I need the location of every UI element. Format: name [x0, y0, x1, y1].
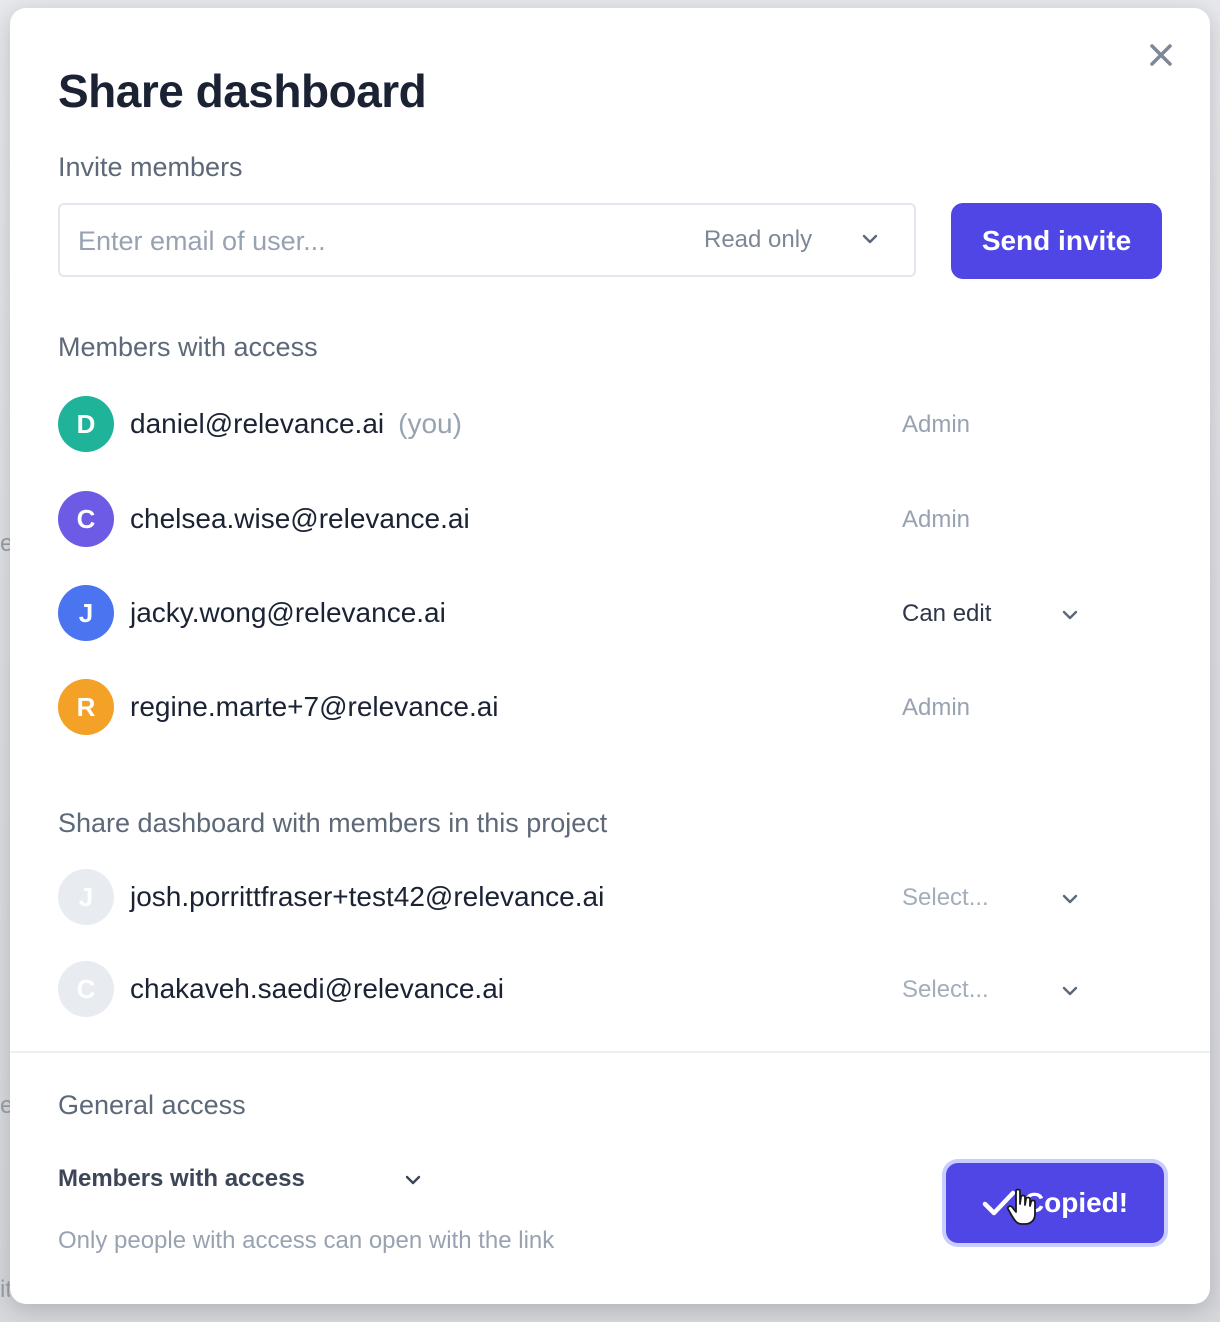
avatar: R	[58, 679, 114, 735]
close-button[interactable]	[1146, 38, 1176, 72]
member-row: D daniel@relevance.ai (you) Admin	[58, 394, 1158, 454]
avatar: D	[58, 396, 114, 452]
avatar: C	[58, 491, 114, 547]
member-role-placeholder: Select...	[902, 976, 989, 1003]
member-email: chakaveh.saedi@relevance.ai	[130, 973, 504, 1004]
avatar: J	[58, 869, 114, 925]
member-email: chelsea.wise@relevance.ai	[130, 503, 470, 534]
email-input[interactable]	[76, 205, 680, 277]
general-access-dropdown[interactable]: Members with access	[58, 1160, 438, 1200]
dialog-title: Share dashboard	[58, 65, 427, 117]
member-role-dropdown[interactable]: Select...	[902, 959, 1102, 1019]
general-access-label: General access	[58, 1090, 246, 1120]
member-email-text: daniel@relevance.ai	[130, 408, 385, 439]
backdrop-text-fragment: it	[0, 1276, 10, 1303]
project-member-row: C chakaveh.saedi@relevance.ai Select...	[58, 959, 1158, 1019]
project-member-row: J josh.porrittfraser+test42@relevance.ai…	[58, 867, 1158, 927]
member-row: J jacky.wong@relevance.ai Can edit	[58, 583, 1158, 643]
chevron-down-icon	[862, 234, 878, 244]
chevron-down-icon	[405, 1175, 421, 1185]
chevron-down-icon	[1062, 894, 1078, 904]
copy-button-label: Copied!	[1023, 1187, 1129, 1218]
avatar: J	[58, 585, 114, 641]
avatar: C	[58, 961, 114, 1017]
project-members-label: Share dashboard with members in this pro…	[58, 808, 608, 838]
member-role: Admin	[902, 506, 971, 533]
section-divider	[10, 1051, 1210, 1053]
member-email: jacky.wong@relevance.ai	[130, 597, 446, 628]
backdrop-text-fragment: e	[0, 530, 10, 557]
send-invite-button[interactable]: Send invite	[951, 203, 1162, 279]
member-role-dropdown[interactable]: Select...	[902, 867, 1102, 927]
members-with-access-label: Members with access	[58, 332, 318, 362]
invite-members-label: Invite members	[58, 152, 243, 182]
backdrop-text-fragment: e	[0, 1092, 10, 1119]
invite-field-group: Read only	[58, 203, 916, 277]
member-row: C chelsea.wise@relevance.ai Admin	[58, 489, 1158, 549]
member-email: regine.marte+7@relevance.ai	[130, 691, 499, 722]
invite-role-value: Read only	[704, 226, 813, 253]
member-row: R regine.marte+7@relevance.ai Admin	[58, 677, 1158, 737]
check-icon	[982, 1190, 1016, 1216]
close-icon	[1150, 44, 1172, 66]
you-tag: (you)	[398, 408, 462, 439]
chevron-down-icon	[1062, 610, 1078, 620]
general-access-value: Members with access	[58, 1165, 305, 1192]
member-role-placeholder: Select...	[902, 884, 989, 911]
general-access-description: Only people with access can open with th…	[58, 1227, 555, 1254]
share-dashboard-dialog: Share dashboard Invite members Read only…	[10, 8, 1210, 1304]
member-role: Admin	[902, 411, 971, 438]
member-role: Admin	[902, 694, 971, 721]
chevron-down-icon	[1062, 986, 1078, 996]
member-role-value: Can edit	[902, 600, 992, 627]
member-role-dropdown[interactable]: Can edit	[902, 583, 1102, 643]
copy-link-button[interactable]: Copied!	[946, 1163, 1164, 1243]
invite-role-dropdown[interactable]: Read only	[704, 205, 904, 275]
member-email: daniel@relevance.ai (you)	[130, 408, 462, 440]
member-email: josh.porrittfraser+test42@relevance.ai	[130, 881, 605, 912]
